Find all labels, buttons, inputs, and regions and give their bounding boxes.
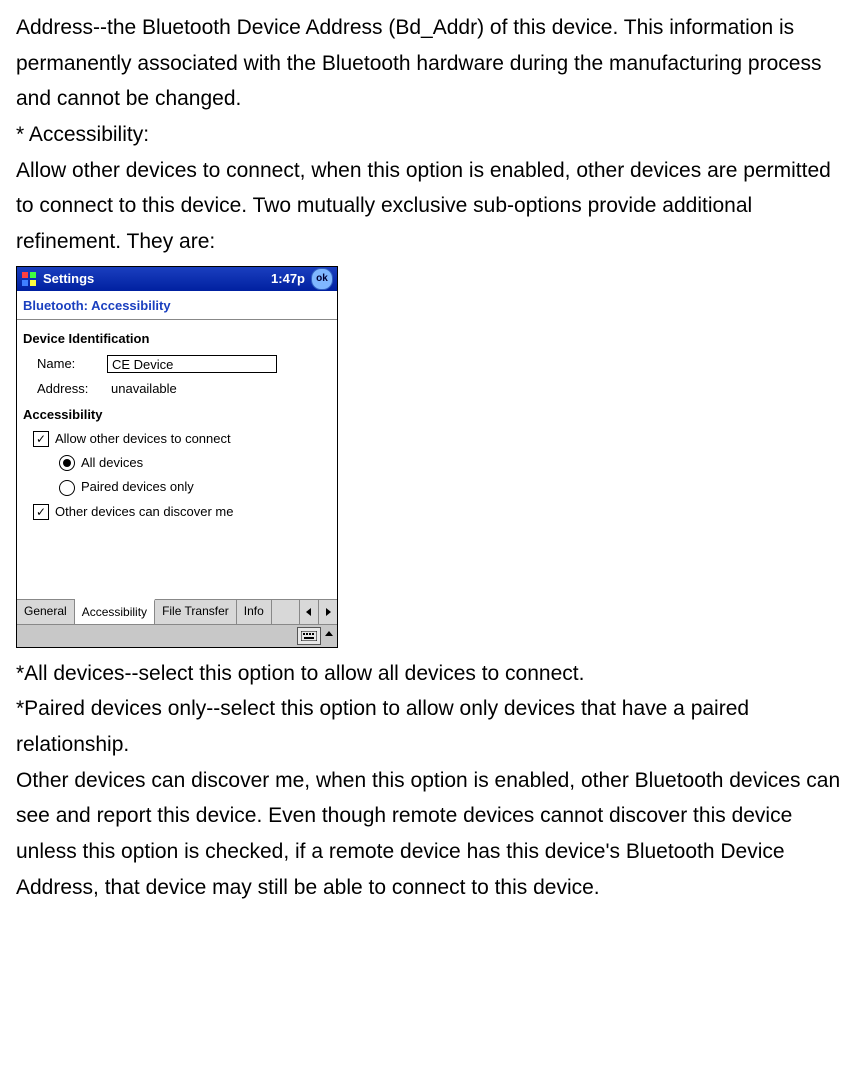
tab-accessibility[interactable]: Accessibility — [75, 599, 155, 624]
radio-paired-only[interactable] — [59, 480, 75, 496]
section-device-identification: Device Identification — [23, 328, 331, 350]
checkbox-discoverable[interactable]: ✓ — [33, 504, 49, 520]
start-icon[interactable] — [21, 271, 37, 287]
paragraph: Other devices can discover me, when this… — [16, 763, 847, 906]
window-title: Settings — [43, 268, 271, 290]
tab-file-transfer[interactable]: File Transfer — [155, 600, 237, 624]
checkbox-allow-connect[interactable]: ✓ — [33, 431, 49, 447]
chevron-left-icon — [305, 608, 313, 616]
pocketpc-window: Settings 1:47p ok Bluetooth: Accessibili… — [16, 266, 338, 648]
keyboard-icon — [301, 631, 317, 641]
paragraph: * Accessibility: — [16, 117, 847, 153]
name-label: Name: — [23, 353, 107, 375]
device-name-input[interactable] — [107, 355, 277, 373]
ok-button[interactable]: ok — [311, 268, 333, 290]
radio-paired-only-label: Paired devices only — [81, 476, 194, 498]
checkbox-allow-connect-label: Allow other devices to connect — [55, 428, 231, 450]
tab-scroll-left[interactable] — [299, 600, 318, 624]
address-label: Address: — [23, 378, 107, 400]
paragraph: *All devices--select this option to allo… — [16, 656, 847, 692]
chevron-up-icon — [325, 630, 333, 638]
address-value: unavailable — [107, 378, 177, 400]
bottom-bar — [17, 624, 337, 647]
titlebar: Settings 1:47p ok — [17, 267, 337, 291]
tab-info[interactable]: Info — [237, 600, 272, 624]
clock: 1:47p — [271, 268, 305, 290]
settings-body: Device Identification Name: Address: una… — [17, 320, 337, 529]
page-subtitle: Bluetooth: Accessibility — [17, 291, 337, 320]
radio-all-devices-label: All devices — [81, 452, 143, 474]
keyboard-button[interactable] — [297, 627, 321, 645]
paragraph: *Paired devices only--select this option… — [16, 691, 847, 762]
tab-general[interactable]: General — [17, 600, 75, 624]
section-accessibility: Accessibility — [23, 404, 331, 426]
checkbox-discoverable-label: Other devices can discover me — [55, 501, 233, 523]
chevron-right-icon — [324, 608, 332, 616]
paragraph: Allow other devices to connect, when thi… — [16, 153, 847, 260]
radio-all-devices[interactable] — [59, 455, 75, 471]
paragraph: Address--the Bluetooth Device Address (B… — [16, 10, 847, 117]
sip-up-button[interactable] — [325, 627, 333, 644]
tab-bar: General Accessibility File Transfer Info — [17, 599, 337, 624]
tab-scroll-right[interactable] — [318, 600, 337, 624]
